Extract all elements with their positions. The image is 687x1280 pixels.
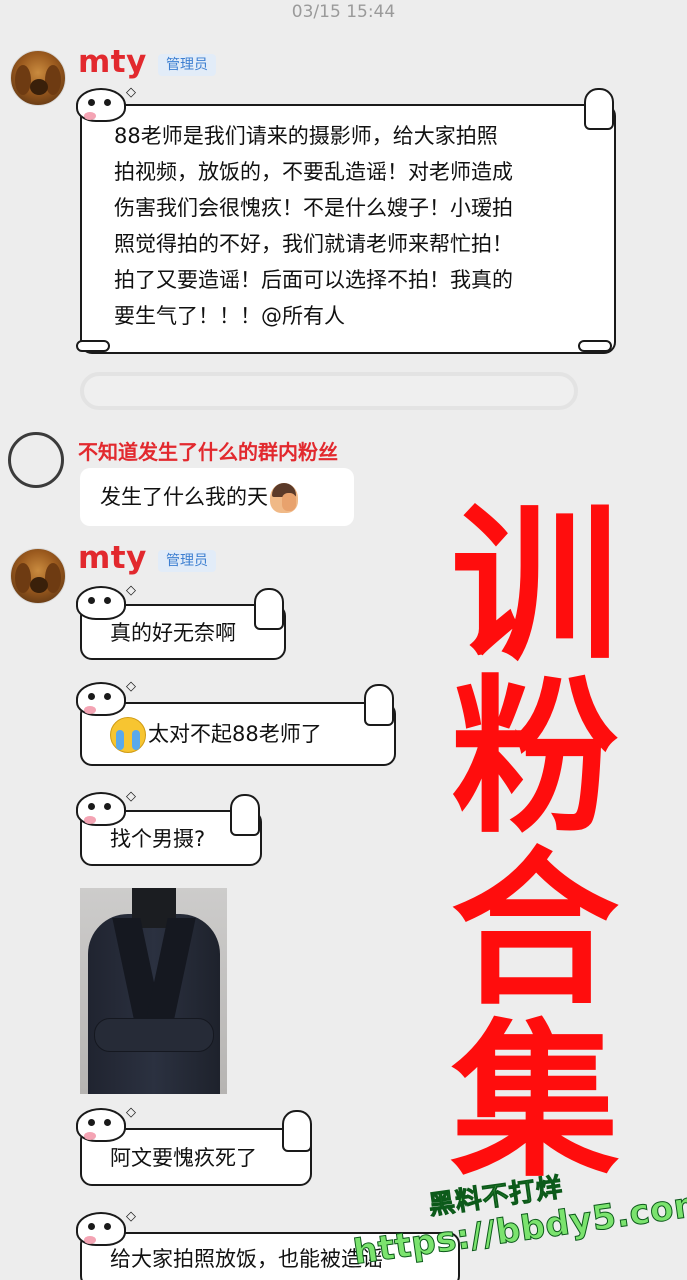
message-line: 要生气了！！！@所有人	[114, 304, 345, 328]
cheek-icon	[84, 1132, 96, 1140]
avatar[interactable]	[10, 50, 66, 106]
sparkle-icon: ◇	[126, 1209, 136, 1224]
message-line: 伤害我们会很愧疚！不是什么嫂子！小瑷拍	[114, 196, 513, 220]
message-bubble[interactable]: 太对不起88老师了	[80, 702, 396, 766]
message-text: 阿文要愧疚死了	[110, 1146, 257, 1170]
cheek-icon	[84, 706, 96, 714]
sparkle-icon: ◇	[126, 789, 136, 804]
cheek-icon	[84, 816, 96, 824]
message-line: 照觉得拍的不好，我们就请老师来帮忙拍！	[114, 232, 513, 256]
cartoon-foot-icon	[578, 340, 612, 352]
man-in-black-suit-photo[interactable]	[80, 888, 227, 1094]
message-line: 拍视频，放饭的，不要乱造谣！对老师造成	[114, 160, 513, 184]
flex-arm-icon	[282, 1110, 312, 1152]
flex-arm-icon	[584, 88, 614, 130]
cheek-icon	[84, 112, 96, 120]
sender-name[interactable]: 不知道发生了什么的群内粉丝	[78, 436, 338, 465]
cartoon-foot-icon	[76, 340, 110, 352]
sparkle-icon: ◇	[126, 1105, 136, 1120]
avatar[interactable]	[8, 432, 64, 488]
flex-arm-icon	[254, 588, 284, 630]
message-text: 真的好无奈啊	[110, 621, 236, 645]
overlay-title: 训 粉 合 集	[440, 500, 630, 1188]
overlay-title-char: 训	[451, 488, 619, 684]
overlay-title-char: 粉	[451, 660, 619, 856]
cheek-icon	[84, 1236, 96, 1244]
message-line: 88老师是我们请来的摄影师，给大家拍照	[114, 124, 498, 148]
overlay-title-char: 合	[451, 832, 619, 1028]
message-text: 给大家拍照放饭，也能被造谣	[110, 1247, 383, 1271]
message-text: 太对不起88老师了	[148, 722, 322, 746]
sparkle-icon: ◇	[126, 85, 136, 100]
blank-input-bar	[80, 372, 578, 410]
sender-name[interactable]: mty	[78, 44, 147, 80]
overlay-title-char: 集	[451, 1004, 619, 1200]
chat-timestamp: 03/15 15:44	[291, 2, 396, 22]
sparkle-icon: ◇	[126, 583, 136, 598]
message-bubble[interactable]: 发生了什么我的天	[80, 468, 354, 526]
admin-badge: 管理员	[158, 54, 216, 76]
admin-badge: 管理员	[158, 550, 216, 572]
sender-name[interactable]: mty	[78, 540, 147, 576]
sparkle-icon: ◇	[126, 679, 136, 694]
flex-arm-icon	[364, 684, 394, 726]
message-text: 找个男摄?	[110, 827, 206, 851]
crying-emoji-icon	[110, 717, 146, 753]
message-bubble[interactable]: 88老师是我们请来的摄影师，给大家拍照 拍视频，放饭的，不要乱造谣！对老师造成 …	[80, 104, 616, 354]
avatar[interactable]	[10, 548, 66, 604]
facepalm-emoji-icon	[270, 483, 298, 513]
message-line: 拍了又要造谣！后面可以选择不拍！我真的	[114, 268, 513, 292]
cartoon-face-icon	[76, 586, 126, 620]
message-text: 发生了什么我的天	[100, 485, 268, 509]
flex-arm-icon	[230, 794, 260, 836]
